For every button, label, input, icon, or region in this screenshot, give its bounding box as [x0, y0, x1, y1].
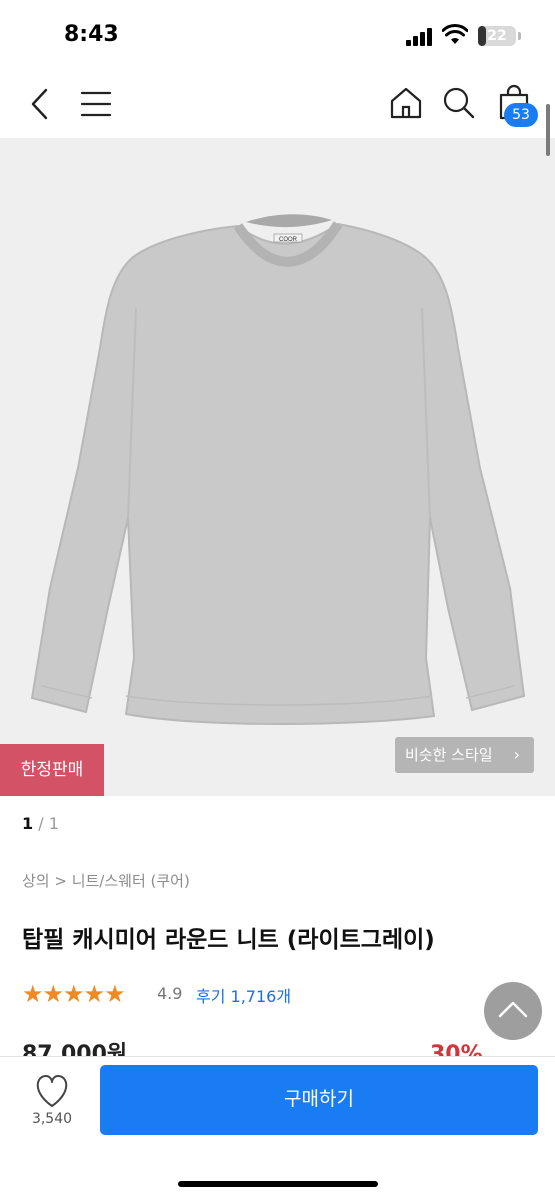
nav-bar [0, 70, 555, 138]
buy-button[interactable]: 구매하기 [100, 1065, 538, 1135]
like-count: 3,540 [31, 1111, 73, 1127]
pager-current: 1 [22, 814, 34, 833]
search-icon[interactable] [442, 86, 476, 120]
chevron-right-icon: › [513, 745, 520, 764]
back-chevron-icon[interactable] [28, 88, 52, 120]
discount-rate: 30% [430, 1042, 483, 1056]
menu-icon[interactable] [80, 90, 112, 118]
product-title: 탑필 캐시미어 라운드 니트 (라이트그레이) [22, 927, 435, 953]
wifi-icon [442, 24, 468, 44]
scroll-to-top-button[interactable] [484, 982, 542, 1040]
battery-tip [518, 32, 521, 40]
price: 87,000원 [22, 1042, 128, 1056]
cart-count-badge[interactable]: 53 [504, 103, 538, 127]
rating-value: 4.9 [157, 984, 183, 1003]
product-image[interactable]: COOR [0, 138, 555, 796]
scrollbar[interactable] [546, 104, 550, 156]
star-rating-icon: ★★★★★ [22, 980, 126, 1008]
heart-icon [36, 1075, 68, 1107]
home-icon[interactable] [389, 86, 423, 120]
status-time: 8:43 [64, 22, 119, 47]
pager-total: 1 [48, 814, 59, 833]
pager-separator: / [38, 814, 44, 833]
battery-icon: 22 [478, 26, 516, 46]
chevron-up-icon [498, 1001, 528, 1018]
similar-style-button[interactable]: 비슷한 스타일 › [395, 737, 534, 773]
breadcrumb[interactable]: 상의 > 니트/스웨터 (쿠어) [22, 870, 190, 891]
status-bar: 8:43 22 [0, 0, 555, 70]
signal-icon [406, 28, 434, 46]
review-count-link[interactable]: 후기 1,716개 [196, 983, 291, 1007]
home-indicator [178, 1181, 378, 1187]
product-label-text: COOR [279, 237, 298, 243]
similar-style-label: 비슷한 스타일 [405, 746, 493, 764]
sweater-illustration: COOR [30, 214, 526, 725]
image-pager: 1 / 1 [22, 814, 59, 833]
battery-level: 22 [487, 28, 507, 44]
limited-sale-badge: 한정판매 [0, 744, 104, 796]
